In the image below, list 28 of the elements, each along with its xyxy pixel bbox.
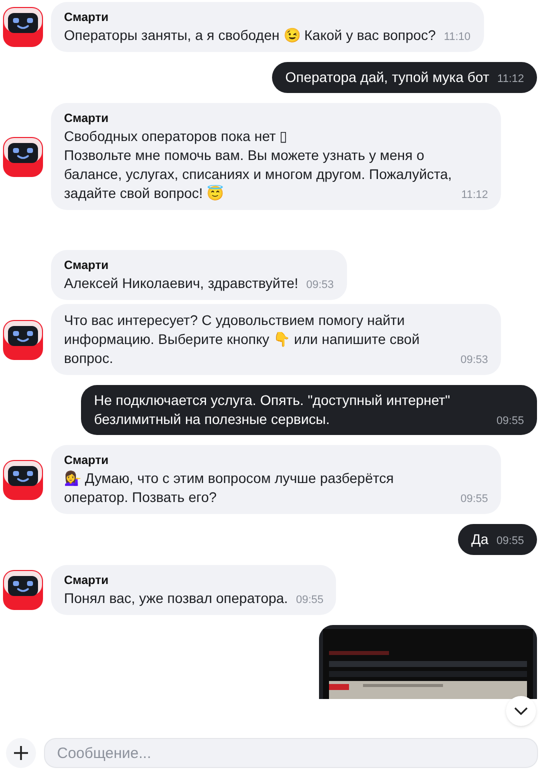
message-text: 💁‍♀ Думаю, что с этим вопросом лучше разберётся оператор. Позвать его?	[64, 469, 395, 507]
message-time: 11:12	[497, 72, 524, 87]
sender-name: Смарти	[64, 452, 110, 469]
message-time: 09:55	[460, 492, 488, 507]
message-time: 09:55	[296, 593, 324, 608]
message-text: Оператора дай, тупой мука бот	[285, 68, 490, 87]
sender-name: Смарти	[64, 257, 110, 274]
message-text: Алексей Николаевич, здравствуйте!	[64, 274, 298, 293]
message-text: Не подключается услуга. Опять. "доступный интернет" безлимитный на полезные сервисы.	[94, 391, 452, 429]
message-text: Понял вас, уже позвал оператора.	[64, 589, 288, 608]
message-time: 09:55	[496, 534, 524, 549]
message-time: 09:53	[306, 278, 334, 293]
message-time: 09:53	[460, 353, 488, 368]
sender-name: Смарти	[64, 572, 110, 589]
attach-button[interactable]	[6, 738, 36, 768]
message-time: 11:10	[444, 30, 471, 45]
plus-icon	[14, 746, 28, 760]
message-text: Что вас интересует? С удовольствием помогу найти информацию. Выберите кнопку 👇 или напишите свой вопрос.	[64, 311, 421, 368]
sender-name: Смарти	[64, 9, 110, 26]
message-text: Операторы заняты, а я свободен 😉 Какой у вас вопрос?	[64, 26, 436, 45]
scroll-down-button[interactable]	[506, 696, 536, 726]
message-time: 09:55	[496, 414, 524, 429]
message-text: Свободных операторов пока нет ▯ Позвольте мне помочь вам. Вы можете узнать у меня о балансе, услугах, списаниях и многом другом. Пожалуйста, задайте свой вопрос! 😇	[64, 127, 453, 203]
message-time: 11:12	[461, 188, 488, 203]
chevron-down-icon	[514, 707, 528, 715]
sender-name: Смарти	[64, 110, 110, 127]
message-input-field[interactable]: Сообщение...	[44, 738, 538, 768]
message-text: Да	[471, 530, 488, 549]
